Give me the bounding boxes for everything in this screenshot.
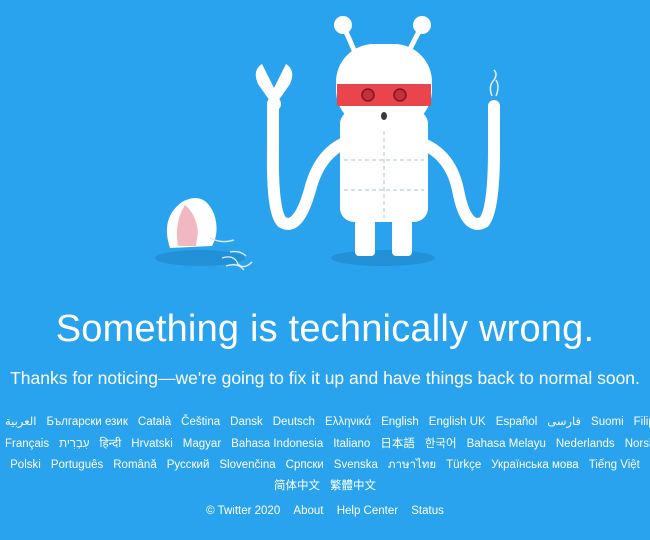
language-link[interactable]: Polski bbox=[10, 459, 41, 471]
language-link[interactable]: العربية bbox=[5, 416, 36, 428]
language-link[interactable]: ภาษาไทย bbox=[388, 459, 436, 471]
help-center-link[interactable]: Help Center bbox=[337, 505, 398, 517]
language-row-3: Polski Português Română Русский Slovenčina Ср… bbox=[0, 456, 650, 474]
language-link[interactable]: Čeština bbox=[181, 416, 220, 428]
language-link[interactable]: Ελληνικά bbox=[325, 416, 371, 428]
robot-mask bbox=[337, 84, 431, 106]
language-link[interactable]: Norsk bbox=[625, 438, 650, 450]
language-link[interactable]: Српски bbox=[286, 459, 324, 471]
language-link[interactable]: Català bbox=[138, 416, 171, 428]
language-row-1: العربية Български език Català Čeština Dansk D… bbox=[0, 414, 650, 428]
language-link[interactable]: 日本語 bbox=[380, 438, 415, 450]
language-link[interactable]: Türkçe bbox=[446, 459, 481, 471]
language-link[interactable]: Български език bbox=[46, 416, 127, 428]
footer: © Twitter 2020 About Help Center Status bbox=[0, 505, 650, 517]
robot-eye-right bbox=[393, 88, 407, 102]
language-link[interactable]: Italiano bbox=[333, 438, 370, 450]
language-link[interactable]: فارسی bbox=[547, 416, 581, 428]
claw-hand bbox=[255, 64, 293, 111]
language-link[interactable]: 简体中文 bbox=[274, 480, 320, 492]
page-title: Something is technically wrong. bbox=[55, 308, 595, 350]
language-link[interactable]: Magyar bbox=[183, 438, 221, 450]
language-link[interactable]: English bbox=[381, 416, 419, 428]
language-link[interactable]: Français bbox=[5, 438, 49, 450]
language-row-2: Français עִבְרִית हिन्दी Hrvatski Magyar Baha… bbox=[0, 435, 650, 451]
page-subtitle: Thanks for noticing—we're going to fix i… bbox=[10, 368, 640, 388]
language-link[interactable]: Nederlands bbox=[556, 438, 615, 450]
language-link[interactable]: English UK bbox=[429, 416, 486, 428]
language-link[interactable]: हिन्दी bbox=[100, 438, 122, 450]
language-link[interactable]: Русский bbox=[167, 459, 210, 471]
language-link[interactable]: Español bbox=[496, 416, 538, 428]
robot-shadow bbox=[331, 250, 435, 266]
broken-robot-illustration bbox=[155, 16, 500, 271]
language-link[interactable]: Bahasa Indonesia bbox=[231, 438, 323, 450]
status-link[interactable]: Status bbox=[411, 505, 444, 517]
language-link[interactable]: עִבְרִית bbox=[59, 438, 89, 450]
language-link[interactable]: Українська мова bbox=[491, 459, 578, 471]
language-link[interactable]: Tiếng Việt bbox=[589, 459, 640, 471]
language-link[interactable]: Português bbox=[51, 459, 103, 471]
language-link[interactable]: Hrvatski bbox=[131, 438, 173, 450]
language-link[interactable]: Suomi bbox=[591, 416, 624, 428]
broken-arm-sparks bbox=[489, 69, 499, 97]
language-link[interactable]: 繁體中文 bbox=[330, 480, 376, 492]
robot-leg-left bbox=[355, 218, 375, 256]
language-row-4: 简体中文 繁體中文 bbox=[0, 477, 650, 493]
language-link[interactable]: 한국어 bbox=[425, 438, 457, 450]
robot-leg-right bbox=[392, 218, 412, 256]
about-link[interactable]: About bbox=[293, 505, 323, 517]
copyright-text: © Twitter 2020 bbox=[206, 505, 281, 517]
robot-mouth bbox=[381, 112, 387, 120]
fallen-head bbox=[166, 198, 235, 248]
language-link[interactable]: Svenska bbox=[334, 459, 378, 471]
language-link[interactable]: Dansk bbox=[230, 416, 263, 428]
robot-eye-left bbox=[361, 88, 375, 102]
language-link[interactable]: Bahasa Melayu bbox=[467, 438, 546, 450]
language-link[interactable]: Slovenčina bbox=[219, 459, 275, 471]
language-link[interactable]: Filipino bbox=[634, 416, 650, 428]
language-link[interactable]: Deutsch bbox=[273, 416, 315, 428]
language-link[interactable]: Română bbox=[113, 459, 156, 471]
